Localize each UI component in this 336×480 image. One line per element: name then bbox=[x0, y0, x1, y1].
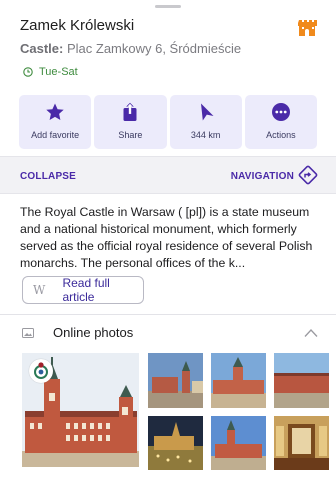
opening-hours-label: Tue-Sat bbox=[39, 66, 78, 78]
star-icon bbox=[46, 103, 64, 120]
sheet-grabber[interactable] bbox=[155, 5, 181, 8]
clock-icon bbox=[23, 67, 33, 77]
castle-photo-6[interactable] bbox=[274, 416, 329, 470]
place-subtitle: Castle: Plac Zamkowy 6, Śródmieście bbox=[20, 41, 241, 56]
share-icon bbox=[123, 102, 137, 121]
collapse-navigation-bar: COLLAPSE NAVIGATION bbox=[0, 156, 336, 194]
section-divider bbox=[0, 314, 336, 315]
opening-hours[interactable]: Tue-Sat bbox=[23, 66, 78, 78]
wikipedia-icon: W bbox=[33, 283, 46, 297]
navigation-button[interactable]: NAVIGATION bbox=[231, 171, 294, 182]
action-row: Add favorite Share 344 km Actions bbox=[19, 95, 317, 149]
castle-photo-2[interactable] bbox=[211, 353, 266, 408]
wikimedia-commons-icon bbox=[29, 359, 53, 383]
place-category: Castle: bbox=[20, 41, 64, 56]
distance-button[interactable]: 344 km bbox=[169, 95, 242, 149]
direction-arrow-icon bbox=[200, 103, 214, 121]
image-icon bbox=[22, 328, 34, 338]
read-full-article-button[interactable]: W Read full article bbox=[22, 276, 144, 304]
collapse-button[interactable]: COLLAPSE bbox=[20, 171, 76, 182]
place-title: Zamek Królewski bbox=[20, 17, 135, 34]
navigation-icon[interactable] bbox=[298, 165, 318, 185]
castle-photo-5[interactable] bbox=[211, 416, 266, 470]
read-full-article-label: Read full article bbox=[62, 276, 110, 304]
more-icon bbox=[271, 103, 290, 121]
place-card-sheet: Zamek Królewski Castle: Plac Zamkowy 6, … bbox=[0, 0, 336, 480]
online-photos-title: Online photos bbox=[53, 325, 134, 340]
castle-photo-3[interactable] bbox=[274, 353, 329, 408]
online-photos-header[interactable]: Online photos bbox=[0, 316, 336, 350]
castle-photo-1[interactable] bbox=[148, 353, 203, 408]
place-description: The Royal Castle in Warsaw ( [pl]) is a … bbox=[20, 205, 313, 270]
castle-photo-4[interactable] bbox=[148, 416, 203, 470]
place-address: Plac Zamkowy 6, Śródmieście bbox=[63, 41, 242, 56]
more-actions-label: Actions bbox=[266, 130, 296, 140]
add-favorite-button[interactable]: Add favorite bbox=[19, 95, 92, 149]
share-label: Share bbox=[118, 130, 143, 140]
chevron-up-icon[interactable] bbox=[304, 328, 318, 338]
distance-label: 344 km bbox=[190, 130, 221, 140]
castle-photo-large[interactable] bbox=[22, 353, 139, 467]
more-actions-button[interactable]: Actions bbox=[244, 95, 317, 149]
castle-icon bbox=[298, 20, 317, 36]
share-button[interactable]: Share bbox=[94, 95, 167, 149]
add-favorite-label: Add favorite bbox=[31, 130, 80, 140]
